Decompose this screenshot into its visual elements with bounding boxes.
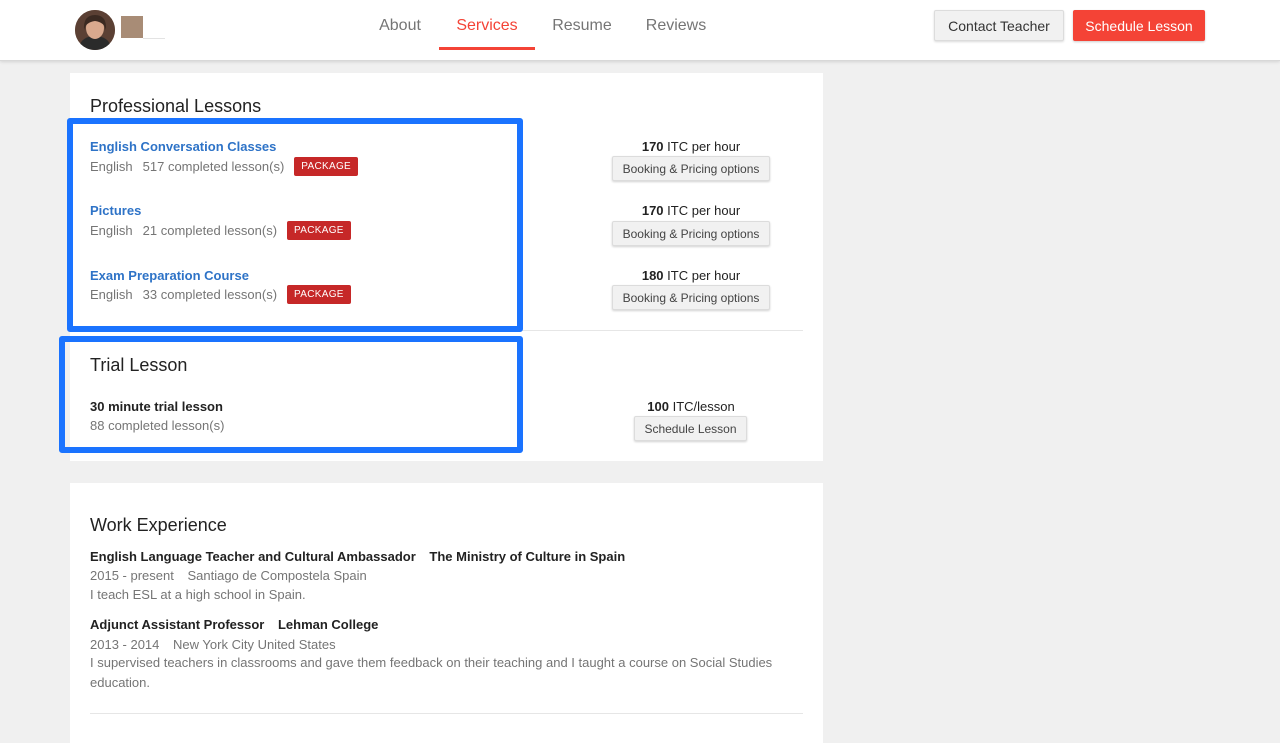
- price-value: 180: [641, 268, 664, 283]
- tab-reviews[interactable]: Reviews: [634, 0, 718, 51]
- booking-pricing-button[interactable]: Booking & Pricing options: [612, 156, 770, 181]
- job-title: English Language Teacher and Cultural Am…: [90, 549, 625, 564]
- price-unit: ITC per hour: [667, 268, 741, 283]
- price-unit: ITC per hour: [667, 139, 741, 154]
- professional-lessons-heading: Professional Lessons: [90, 96, 262, 116]
- price-value: 170: [641, 139, 664, 154]
- work-experience-card: Work Experience English Language Teacher…: [70, 483, 823, 743]
- job-title: Adjunct Assistant Professor Lehman Colle…: [90, 617, 378, 632]
- job-dates: 2013 - 2014: [90, 637, 160, 652]
- job-meta: 2013 - 2014 New York City United States: [90, 637, 336, 652]
- price-value: 170: [641, 203, 664, 218]
- job-description: I teach ESL at a high school in Spain.: [90, 587, 306, 602]
- avatar-photo-icon: [75, 10, 115, 50]
- lesson-price: 170 ITC per hour: [591, 203, 791, 218]
- price-unit: ITC per hour: [667, 203, 741, 218]
- highlight-box-professional: [67, 118, 523, 332]
- job-organization: The Ministry of Culture in Spain: [429, 549, 626, 564]
- teacher-name-thumbnail: [121, 16, 143, 38]
- schedule-lesson-button[interactable]: Schedule Lesson: [1073, 10, 1205, 41]
- job-location: Santiago de Compostela Spain: [187, 568, 367, 583]
- work-experience-heading: Work Experience: [90, 515, 227, 535]
- job-role: Adjunct Assistant Professor: [90, 617, 265, 632]
- tab-services[interactable]: Services: [439, 0, 535, 51]
- job-dates: 2015 - present: [90, 568, 174, 583]
- job-role: English Language Teacher and Cultural Am…: [90, 549, 416, 564]
- trial-price: 100 ITC/lesson: [591, 399, 791, 414]
- lesson-price: 180 ITC per hour: [591, 268, 791, 283]
- lesson-price: 170 ITC per hour: [591, 139, 791, 154]
- price-unit: ITC/lesson: [672, 399, 735, 414]
- section-divider: [90, 713, 803, 714]
- job-meta: 2015 - present Santiago de Compostela Sp…: [90, 568, 367, 583]
- job-location: New York City United States: [173, 637, 336, 652]
- teacher-name-underline: [143, 38, 165, 39]
- highlight-box-trial: [59, 336, 523, 453]
- booking-pricing-button[interactable]: Booking & Pricing options: [612, 285, 770, 310]
- job-organization: Lehman College: [277, 617, 379, 632]
- trial-schedule-lesson-button[interactable]: Schedule Lesson: [634, 416, 747, 441]
- tab-resume[interactable]: Resume: [540, 0, 624, 51]
- contact-teacher-button[interactable]: Contact Teacher: [934, 10, 1064, 41]
- teacher-avatar[interactable]: [75, 10, 115, 50]
- top-navigation-bar: About Services Resume Reviews Contact Te…: [0, 0, 1280, 61]
- active-tab-indicator: [439, 47, 535, 50]
- price-value: 100: [647, 399, 669, 414]
- tab-about[interactable]: About: [362, 0, 438, 51]
- job-description: I supervised teachers in classrooms and …: [90, 655, 773, 690]
- booking-pricing-button[interactable]: Booking & Pricing options: [612, 221, 770, 246]
